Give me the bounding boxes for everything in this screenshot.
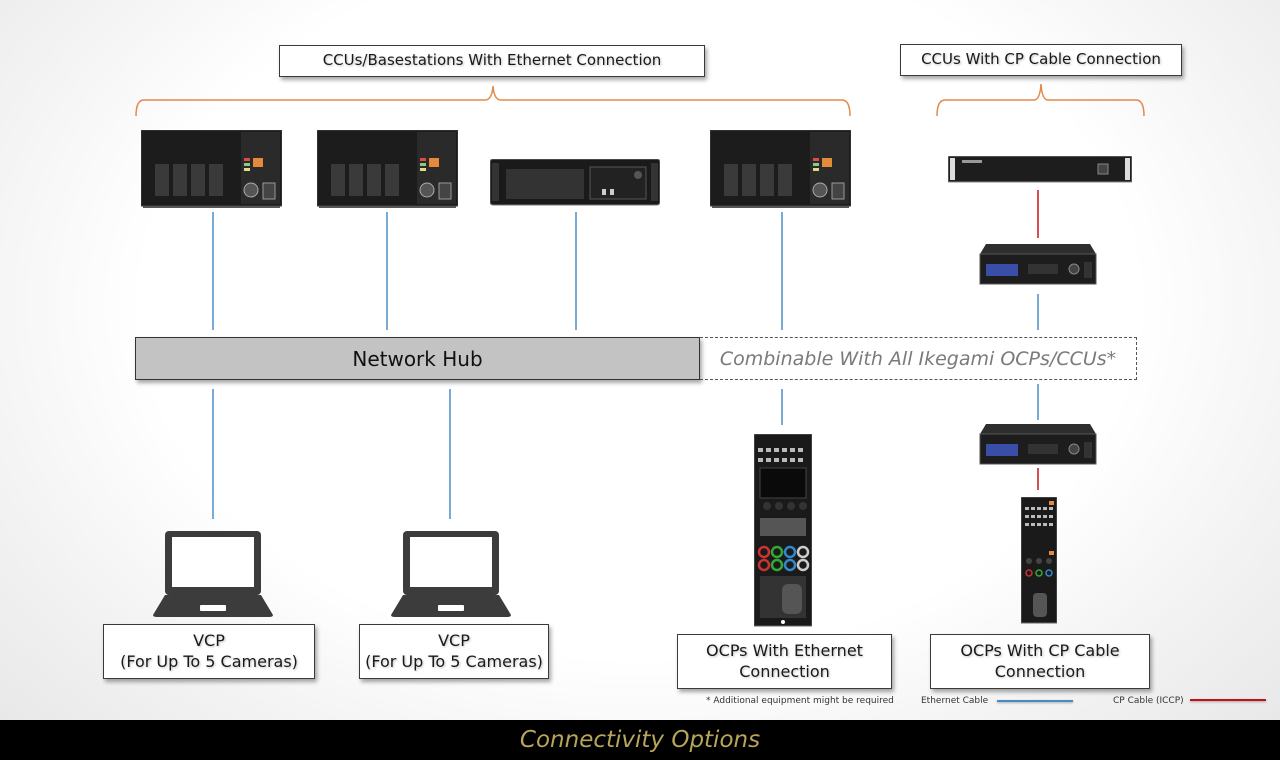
ethernet-cable-rackccu-hub xyxy=(575,212,577,330)
ccu-basestation-2-image xyxy=(317,130,458,208)
combinable-note-text: Combinable With All Ikegami OCPs/CCUs* xyxy=(719,347,1117,370)
ethernet-cable-hub-vcp1 xyxy=(212,389,214,519)
combinable-note-box: Combinable With All Ikegami OCPs/CCUs* xyxy=(700,337,1137,380)
vcp-2-subtitle: (For Up To 5 Cameras) xyxy=(365,651,543,671)
footnote: * Additional equipment might be required xyxy=(706,696,894,706)
ethernet-cable-hub-vcp2 xyxy=(449,389,451,519)
ethernet-cable-ccu1-hub xyxy=(212,212,214,330)
network-hub: Network Hub xyxy=(135,337,700,380)
vcp-1-subtitle: (For Up To 5 Cameras) xyxy=(120,651,298,671)
ocp-cp-subtitle: Connection xyxy=(994,661,1086,681)
cp-ccus-group-label: CCUs With CP Cable Connection xyxy=(900,44,1182,76)
ocp-ethernet-subtitle: Connection xyxy=(739,661,830,681)
ethernet-ccus-group-title: CCUs/Basestations With Ethernet Connecti… xyxy=(322,51,662,70)
cp-ccus-bracket xyxy=(936,83,1145,117)
ethernet-cable-adapter1-hub xyxy=(1037,294,1039,330)
ccu-basestation-1-image xyxy=(141,130,282,208)
ocp-ethernet-title: OCPs With Ethernet xyxy=(706,640,863,660)
cp-cable-rackccu-adapter xyxy=(1037,190,1039,238)
network-hub-label: Network Hub xyxy=(352,346,483,371)
vcp-2-label: VCP (For Up To 5 Cameras) xyxy=(359,624,549,679)
legend-cp-label: CP Cable (ICCP) xyxy=(1113,696,1184,706)
ethernet-ccus-bracket xyxy=(135,85,851,117)
ethernet-cable-ccu2-hub xyxy=(386,212,388,330)
ocp-cp-image xyxy=(1021,497,1057,624)
ccu-basestation-3-image xyxy=(710,130,851,208)
cp-adapter-1-image xyxy=(979,244,1097,285)
ocp-cp-title: OCPs With CP Cable xyxy=(960,640,1120,660)
laptop-icon xyxy=(153,531,273,617)
ethernet-ccus-group-label: CCUs/Basestations With Ethernet Connecti… xyxy=(279,45,705,77)
footer-title: Connectivity Options xyxy=(519,727,761,753)
footer-bar: Connectivity Options xyxy=(0,720,1280,760)
vcp-2-title: VCP xyxy=(438,630,470,650)
cp-adapter-2-image xyxy=(979,424,1097,465)
ocp-ethernet-image xyxy=(754,434,812,627)
cp-rack-ccu-image xyxy=(948,156,1132,183)
cp-cable-adapter2-ocp xyxy=(1037,468,1039,490)
cp-ccus-group-title: CCUs With CP Cable Connection xyxy=(921,50,1161,69)
legend-ethernet-label: Ethernet Cable xyxy=(921,696,989,706)
vcp-1-label: VCP (For Up To 5 Cameras) xyxy=(103,624,315,679)
vcp-1-title: VCP xyxy=(193,630,225,650)
ethernet-cable-hub-adapter2 xyxy=(1037,384,1039,420)
laptop-icon xyxy=(391,531,511,617)
ethernet-cable-ccu3-hub xyxy=(781,212,783,330)
legend-ethernet-swatch xyxy=(997,700,1073,702)
ocp-ethernet-label: OCPs With Ethernet Connection xyxy=(677,634,892,689)
ocp-cp-label: OCPs With CP Cable Connection xyxy=(930,634,1150,689)
ethernet-cable-hub-ocp xyxy=(781,389,783,425)
legend-cp-swatch xyxy=(1190,699,1266,701)
rack-ccu-image xyxy=(490,159,660,206)
